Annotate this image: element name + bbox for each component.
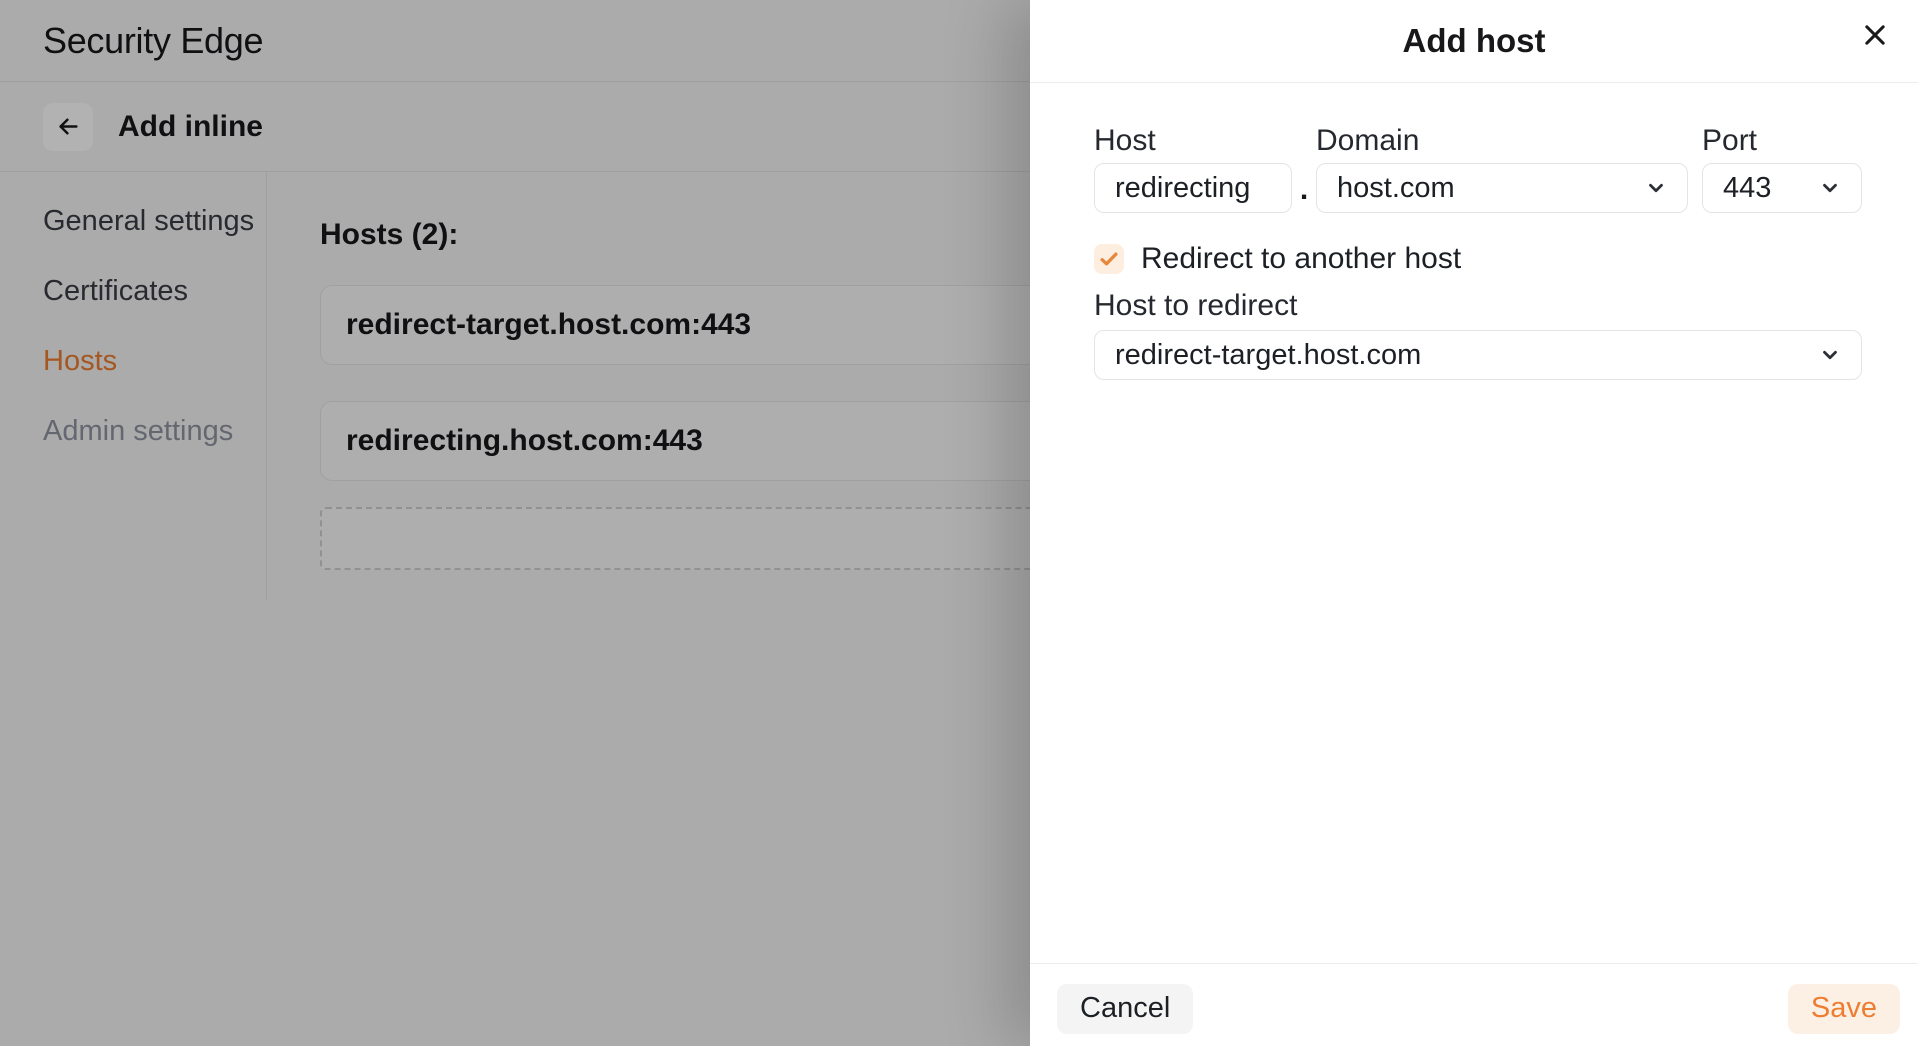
cancel-button[interactable]: Cancel — [1057, 984, 1193, 1034]
port-select-value: 443 — [1723, 172, 1771, 205]
domain-label: Domain — [1316, 127, 1688, 155]
host-label: Host — [1094, 127, 1292, 155]
check-icon — [1098, 248, 1120, 270]
close-icon — [1861, 21, 1889, 49]
chevron-down-icon — [1819, 344, 1841, 366]
save-button[interactable]: Save — [1788, 984, 1900, 1034]
domain-select[interactable]: host.com — [1316, 163, 1688, 213]
host-to-redirect-value: redirect-target.host.com — [1115, 339, 1421, 372]
redirect-checkbox[interactable] — [1094, 244, 1124, 274]
modal-footer: Cancel Save — [1030, 963, 1918, 1046]
add-host-modal: Add host Host . Domain host.com — [1030, 0, 1918, 1046]
close-button[interactable] — [1859, 19, 1891, 51]
redirect-checkbox-label: Redirect to another host — [1141, 242, 1461, 276]
chevron-down-icon — [1819, 177, 1841, 199]
host-input[interactable] — [1094, 163, 1292, 213]
host-domain-separator: . — [1292, 173, 1316, 213]
port-select[interactable]: 443 — [1702, 163, 1862, 213]
modal-body: Host . Domain host.com Port 443 — [1030, 83, 1918, 380]
domain-select-value: host.com — [1337, 172, 1455, 205]
chevron-down-icon — [1645, 177, 1667, 199]
host-to-redirect-label: Host to redirect — [1094, 292, 1862, 320]
host-to-redirect-select[interactable]: redirect-target.host.com — [1094, 330, 1862, 380]
port-label: Port — [1702, 127, 1862, 155]
modal-header: Add host — [1030, 0, 1918, 83]
modal-title: Add host — [1403, 22, 1546, 60]
